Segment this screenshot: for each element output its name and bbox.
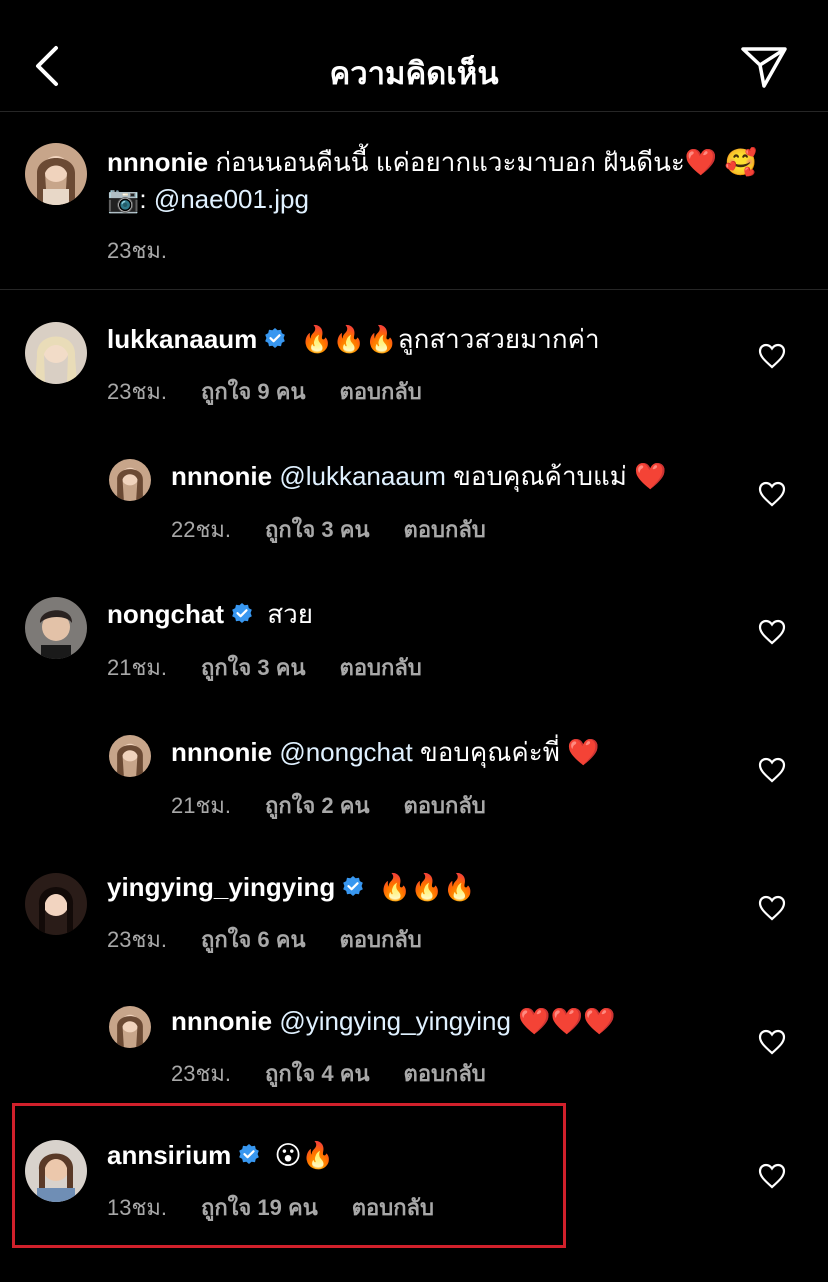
comment-time: 23ชม. — [171, 1061, 232, 1086]
caption-time: 23ชม. — [107, 238, 168, 263]
post-caption: nnnonie ก่อนนอนคืนนี้ แค่อยากแวะมาบอก ฝั… — [0, 112, 828, 290]
comment-time: 23ชม. — [107, 927, 168, 952]
avatar[interactable] — [109, 1006, 151, 1048]
comment-meta: 21ชม. ถูกใจ 2 คน ตอบกลับ — [171, 788, 520, 823]
comment-likes-link[interactable]: ถูกใจ 4 คน — [265, 1061, 370, 1086]
comment-text: nnnonie @lukkanaaum ขอบคุณค้าบแม่ ❤️ — [171, 457, 667, 495]
comment-likes-link[interactable]: ถูกใจ 6 คน — [201, 927, 306, 952]
reply-button[interactable]: ตอบกลับ — [340, 379, 422, 404]
reply-button[interactable]: ตอบกลับ — [404, 793, 486, 818]
comment-username[interactable]: nongchat — [107, 599, 224, 629]
highlight-box — [12, 1103, 566, 1248]
avatar[interactable] — [109, 459, 151, 501]
reply-button[interactable]: ตอบกลับ — [340, 927, 422, 952]
heart-icon[interactable] — [758, 757, 786, 783]
mention-link[interactable]: @yingying_yingying — [279, 1006, 511, 1036]
comment-text: nongchat สวย — [107, 595, 313, 633]
paper-plane-icon — [741, 47, 787, 88]
comment-likes-link[interactable]: ถูกใจ 2 คน — [265, 793, 370, 818]
comment-username[interactable]: nnnonie — [171, 461, 272, 491]
heart-icon[interactable] — [758, 895, 786, 921]
comment-username[interactable]: nnnonie — [171, 737, 272, 767]
verified-badge-icon — [263, 327, 287, 351]
credit-mention-link[interactable]: @nae001.jpg — [154, 184, 309, 214]
comment-likes-link[interactable]: ถูกใจ 3 คน — [201, 655, 306, 680]
verified-badge-icon — [341, 875, 365, 899]
avatar[interactable] — [25, 322, 87, 384]
reply-button[interactable]: ตอบกลับ — [404, 1061, 486, 1086]
mention-link[interactable]: @lukkanaaum — [279, 461, 446, 491]
comment-body: ขอบคุณค้าบแม่ ❤️ — [445, 461, 667, 491]
comment-meta: 22ชม. ถูกใจ 3 คน ตอบกลับ — [171, 512, 520, 547]
comment-username[interactable]: nnnonie — [171, 1006, 272, 1036]
comment-text: lukkanaaum 🔥🔥🔥ลูกสาวสวยมากค่า — [107, 320, 600, 358]
caption-username[interactable]: nnnonie — [107, 147, 208, 177]
comment-body: ❤️❤️❤️ — [510, 1006, 616, 1036]
mention-link[interactable]: @nongchat — [279, 737, 412, 767]
caption-body: ก่อนนอนคืนนี้ แค่อยากแวะมาบอก ฝันดีนะ❤️ … — [208, 147, 757, 177]
comment-time: 23ชม. — [107, 379, 168, 404]
comment-time: 22ชม. — [171, 517, 232, 542]
avatar[interactable] — [109, 735, 151, 777]
caption-credit: 📷: @nae001.jpg — [107, 180, 309, 218]
verified-badge-icon — [230, 602, 254, 626]
credit-prefix: : — [139, 184, 154, 214]
heart-icon[interactable] — [758, 481, 786, 507]
camera-emoji: 📷 — [107, 184, 140, 214]
comment-username[interactable]: yingying_yingying — [107, 872, 335, 902]
avatar[interactable] — [25, 143, 87, 205]
header-bar: ความคิดเห็น — [0, 0, 828, 112]
share-button[interactable] — [740, 44, 790, 90]
comment-meta: 23ชม. ถูกใจ 4 คน ตอบกลับ — [171, 1056, 520, 1091]
heart-icon[interactable] — [758, 1029, 786, 1055]
comment-likes-link[interactable]: ถูกใจ 3 คน — [265, 517, 370, 542]
heart-icon[interactable] — [758, 619, 786, 645]
avatar[interactable] — [25, 873, 87, 935]
comment-username[interactable]: lukkanaaum — [107, 324, 257, 354]
comment-meta: 23ชม. ถูกใจ 6 คน ตอบกลับ — [107, 922, 456, 957]
comment-body: 🔥🔥🔥 — [371, 872, 476, 902]
heart-icon[interactable] — [758, 1163, 786, 1189]
reply-button[interactable]: ตอบกลับ — [340, 655, 422, 680]
comment-time: 21ชม. — [171, 793, 232, 818]
comment-text: nnnonie @nongchat ขอบคุณค่ะพี่ ❤️ — [171, 733, 599, 771]
comment-body: ขอบคุณค่ะพี่ ❤️ — [412, 737, 600, 767]
comment-meta: 23ชม. ถูกใจ 9 คน ตอบกลับ — [107, 374, 456, 409]
heart-icon[interactable] — [758, 343, 786, 369]
comment-body: สวย — [260, 599, 313, 629]
comment-text: yingying_yingying 🔥🔥🔥 — [107, 868, 476, 906]
caption-text: nnnonie ก่อนนอนคืนนี้ แค่อยากแวะมาบอก ฝั… — [107, 143, 757, 181]
comment-time: 21ชม. — [107, 655, 168, 680]
comment-body: 🔥🔥🔥ลูกสาวสวยมากค่า — [293, 324, 600, 354]
comment-text: nnnonie @yingying_yingying ❤️❤️❤️ — [171, 1002, 615, 1040]
avatar[interactable] — [25, 597, 87, 659]
reply-button[interactable]: ตอบกลับ — [404, 517, 486, 542]
comment-likes-link[interactable]: ถูกใจ 9 คน — [201, 379, 306, 404]
page-title: ความคิดเห็น — [329, 56, 499, 91]
comment-meta: 21ชม. ถูกใจ 3 คน ตอบกลับ — [107, 650, 456, 685]
